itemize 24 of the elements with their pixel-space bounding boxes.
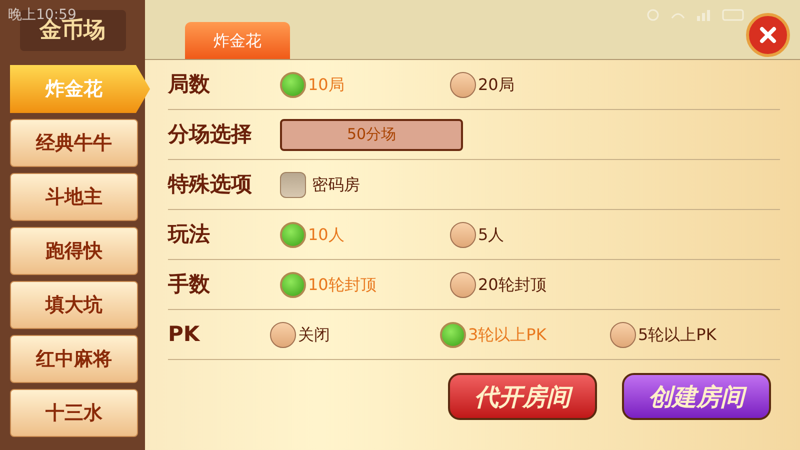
- close-button[interactable]: [746, 13, 790, 57]
- game-tab[interactable]: 红中麻将: [10, 335, 138, 383]
- radio-option[interactable]: 5轮以上PK: [610, 322, 780, 348]
- option-label: 特殊选项: [168, 170, 253, 198]
- option-label: 局数: [168, 70, 211, 98]
- radio-option[interactable]: 5人: [450, 222, 620, 248]
- radio-option[interactable]: 20局: [450, 72, 620, 98]
- option-label: 分场选择: [168, 120, 253, 148]
- signal-icon: [697, 10, 710, 20]
- battery-icon: [722, 9, 744, 21]
- option-label: 玩法: [168, 220, 211, 248]
- game-tab[interactable]: 十三水: [10, 389, 138, 437]
- room-button[interactable]: 创建房间: [622, 373, 771, 420]
- option-label: 手数: [168, 270, 211, 298]
- radio-option[interactable]: 20轮封顶: [450, 272, 620, 298]
- room-button[interactable]: 代开房间: [448, 373, 597, 420]
- game-tab[interactable]: 经典牛牛: [10, 119, 138, 167]
- checkbox-option[interactable]: 密码房: [280, 172, 360, 198]
- game-tab[interactable]: 填大坑: [10, 281, 138, 329]
- option-label: PK: [168, 320, 201, 348]
- game-tab[interactable]: 斗地主: [10, 173, 138, 221]
- radio-option[interactable]: 关闭: [270, 322, 440, 348]
- close-icon: [759, 26, 777, 44]
- game-tab[interactable]: 跑得快: [10, 227, 138, 275]
